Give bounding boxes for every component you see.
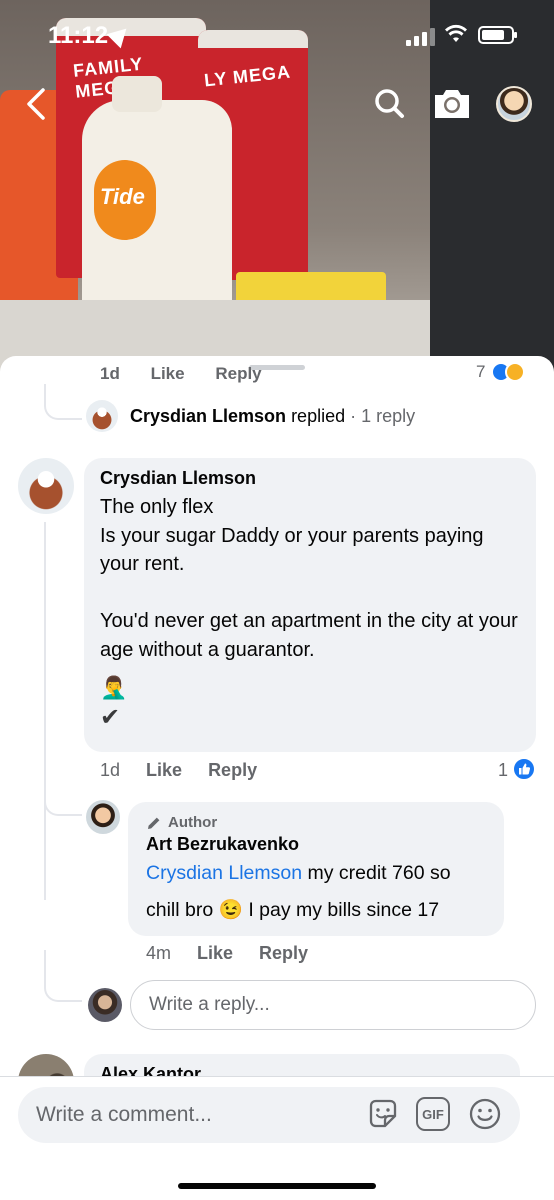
profile-avatar[interactable]: [496, 86, 532, 122]
previous-comment-time: 1d: [100, 364, 120, 383]
previous-like-button[interactable]: Like: [151, 364, 185, 383]
reply-author-avatar[interactable]: [86, 800, 120, 834]
reply-connector: [44, 776, 82, 816]
replied-avatar[interactable]: [86, 400, 118, 432]
home-indicator[interactable]: [178, 1183, 376, 1189]
replied-count: 1 reply: [361, 406, 416, 426]
replied-separator: ·: [350, 406, 357, 426]
comment-like-button[interactable]: Like: [146, 760, 182, 781]
facepalm-emoji: 🤦‍♂️: [100, 675, 128, 700]
comment-reply-button[interactable]: Reply: [208, 760, 257, 781]
reply-input-connector: [44, 950, 82, 1002]
emoji-button[interactable]: [466, 1095, 504, 1133]
pencil-icon: [148, 817, 160, 829]
comment-bubble[interactable]: Crysdian Llemson The only flex Is your s…: [84, 458, 536, 752]
reply-text: Crysdian Llemson my credit 760 so chill …: [146, 855, 486, 929]
author-badge-label: Author: [168, 814, 218, 831]
comment-time: 1d: [100, 760, 121, 780]
thread-connector: [44, 384, 82, 420]
comment-composer: Write a comment... GIF: [0, 1076, 554, 1200]
tide-jug: Tide: [82, 76, 232, 320]
camera-button[interactable]: [430, 84, 474, 124]
like-reaction-icon: [512, 757, 536, 781]
search-icon: [375, 89, 404, 118]
wifi-icon: [445, 24, 467, 42]
view-replies-link[interactable]: Crysdian Llemson replied · 1 reply: [130, 406, 415, 427]
my-avatar: [88, 988, 122, 1022]
camera-icon: [435, 90, 469, 118]
reply-actions: 4m Like Reply: [146, 943, 308, 964]
chevron-left-icon: [27, 88, 45, 120]
comments-sheet: 1d Like Reply 7 Crysdian Llemson replied…: [0, 356, 554, 1200]
sticker-button[interactable]: [364, 1095, 402, 1133]
comment-text: The only flex Is your sugar Daddy or you…: [100, 496, 518, 661]
author-badge: Author: [146, 814, 486, 831]
replied-action: replied: [291, 406, 346, 426]
battery-icon: [478, 26, 517, 44]
reply-time: 4m: [146, 943, 172, 963]
search-button[interactable]: [370, 84, 410, 124]
comment-like-count[interactable]: 1: [498, 760, 508, 781]
reply-bubble[interactable]: Author Art Bezrukavenko Crysdian Llemson…: [128, 802, 504, 936]
comment-author[interactable]: Crysdian Llemson: [100, 468, 520, 489]
status-time: 11:12: [48, 22, 109, 49]
roll-right-text: LY MEGA: [203, 61, 292, 91]
previous-comment-actions: 1d Like Reply: [100, 364, 288, 384]
previous-reply-button[interactable]: Reply: [215, 364, 261, 383]
reply-like-button[interactable]: Like: [197, 943, 233, 964]
check-mark-icon: ✔: [100, 704, 121, 731]
reply-reply-button[interactable]: Reply: [259, 943, 308, 964]
reply-mention-link[interactable]: Crysdian Llemson: [146, 862, 302, 884]
smiley-icon: [469, 1098, 501, 1130]
previous-reaction-count: 7: [476, 362, 486, 381]
gif-button[interactable]: GIF: [414, 1095, 452, 1133]
cellular-signal-icon: [406, 28, 435, 46]
reply-author[interactable]: Art Bezrukavenko: [146, 834, 486, 855]
replied-name: Crysdian Llemson: [130, 406, 287, 426]
reply-thread-line: [44, 522, 46, 900]
sticker-icon: [369, 1099, 397, 1128]
wink-emoji: 😉: [218, 899, 243, 921]
reply-text-part-2: I pay my bills since 17: [242, 899, 440, 921]
gif-icon: GIF: [416, 1097, 450, 1131]
jug-label: Tide: [100, 184, 145, 209]
reply-input[interactable]: Write a reply...: [130, 980, 536, 1030]
back-button[interactable]: [16, 84, 56, 124]
previous-reactions[interactable]: 7: [476, 362, 526, 382]
status-bar: 11:12: [0, 0, 554, 60]
haha-reaction-icon: [505, 362, 526, 382]
commenter-avatar[interactable]: [18, 458, 74, 514]
comment-actions: 1d Like Reply: [100, 760, 257, 781]
location-arrow-icon: [106, 21, 134, 49]
